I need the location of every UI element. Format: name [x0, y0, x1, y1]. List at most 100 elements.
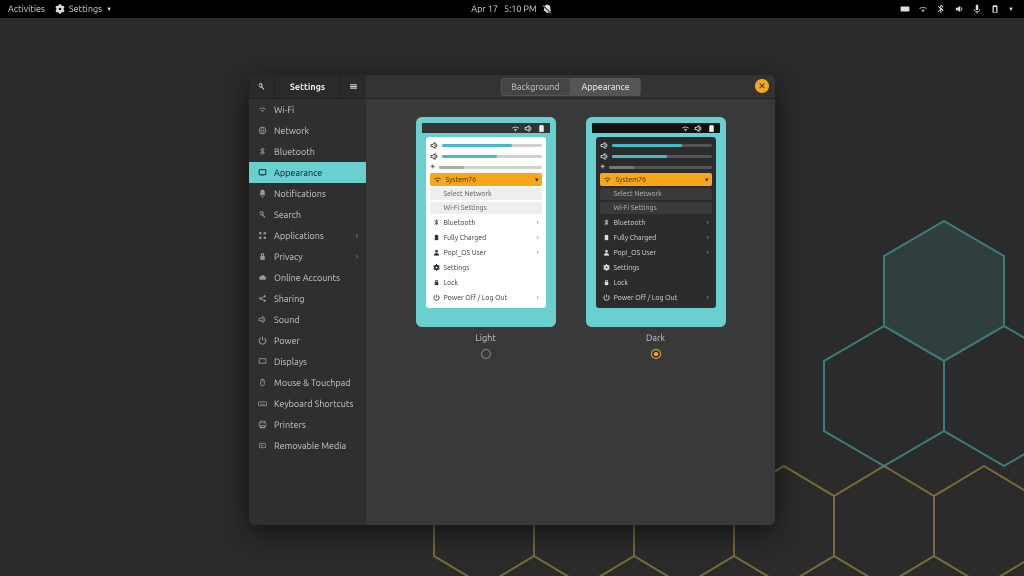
sidebar-item-appearance[interactable]: Appearance	[249, 162, 366, 183]
search-icon	[257, 209, 268, 220]
sidebar-item-label: Privacy	[274, 252, 303, 262]
sidebar-item-displays[interactable]: Displays	[249, 351, 366, 372]
preview-select-network: Select Network	[430, 188, 542, 200]
sidebar-item-label: Appearance	[274, 168, 322, 178]
bluetooth-icon	[257, 146, 268, 157]
tab-appearance[interactable]: Appearance	[571, 78, 641, 96]
sidebar-item-power[interactable]: Power	[249, 330, 366, 351]
theme-label: Light	[475, 333, 496, 343]
preview-user: Pop!_OS User›	[430, 246, 542, 259]
topbar-time[interactable]: 5:10 PM	[504, 4, 537, 14]
appearance-icon	[257, 167, 268, 178]
sidebar-search-button[interactable]	[249, 75, 275, 99]
activities-button[interactable]: Activities	[8, 4, 45, 14]
sidebar-header: Settings	[249, 75, 366, 99]
sidebar-item-bluetooth[interactable]: Bluetooth	[249, 141, 366, 162]
theme-label: Dark	[646, 333, 665, 343]
sidebar-item-mouse-touchpad[interactable]: Mouse & Touchpad	[249, 372, 366, 393]
preview-settings: Settings	[600, 261, 712, 274]
sidebar-item-privacy[interactable]: Privacy ›	[249, 246, 366, 267]
sidebar-item-label: Mouse & Touchpad	[274, 378, 351, 388]
chevron-right-icon: ›	[356, 252, 358, 261]
sidebar-item-label: Sound	[274, 315, 300, 325]
display-icon	[257, 356, 268, 367]
battery-icon	[537, 124, 546, 133]
sidebar-item-label: Network	[274, 126, 309, 136]
preview-wifi-settings: Wi-Fi Settings	[600, 202, 712, 214]
battery-status-icon[interactable]	[990, 4, 1000, 14]
app-menu-label: Settings	[69, 4, 102, 14]
bluetooth-status-icon[interactable]	[936, 4, 946, 14]
sidebar-item-label: Sharing	[274, 294, 304, 304]
topbar-date[interactable]: Apr 17	[471, 4, 498, 14]
preview-network-selected: System76▾	[430, 173, 542, 186]
preview-lock: Lock	[430, 276, 542, 289]
mic-status-icon[interactable]	[972, 4, 982, 14]
share-icon	[257, 293, 268, 304]
chevron-right-icon: ›	[356, 231, 358, 240]
wifi-status-icon[interactable]	[918, 4, 928, 14]
sidebar-item-search[interactable]: Search	[249, 204, 366, 225]
sidebar-item-wifi[interactable]: Wi-Fi	[249, 99, 366, 120]
close-icon: ✕	[758, 81, 766, 92]
sidebar-item-label: Wi-Fi	[274, 105, 294, 115]
settings-window: Settings Wi-Fi Network Bluetooth Appearance…	[249, 75, 775, 525]
preview-network-selected: System76▾	[600, 173, 712, 186]
settings-main: Background Appearance ✕ ☀ System76▾ Sele…	[366, 75, 775, 525]
sidebar-item-keyboard[interactable]: Keyboard Shortcuts	[249, 393, 366, 414]
preview-poweroff: Power Off / Log Out›	[430, 291, 542, 304]
sidebar-item-label: Removable Media	[274, 441, 346, 451]
preview-wifi-settings: Wi-Fi Settings	[430, 202, 542, 214]
sidebar-item-label: Applications	[274, 231, 324, 241]
preview-battery: Fully Charged›	[430, 231, 542, 244]
sidebar-item-sharing[interactable]: Sharing	[249, 288, 366, 309]
settings-sidebar: Settings Wi-Fi Network Bluetooth Appearance…	[249, 75, 366, 525]
preview-bluetooth: Bluetooth›	[600, 216, 712, 229]
appearance-content: ☀ System76▾ Select Network Wi-Fi Setting…	[366, 99, 775, 525]
battery-icon	[707, 124, 716, 133]
sidebar-item-online-accounts[interactable]: Online Accounts	[249, 267, 366, 288]
sidebar-item-label: Online Accounts	[274, 273, 340, 283]
mouse-icon	[257, 377, 268, 388]
sidebar-item-label: Search	[274, 210, 301, 220]
system-menu-caret-icon[interactable]: ▼	[1008, 6, 1014, 13]
lock-icon	[257, 251, 268, 262]
sidebar-item-label: Printers	[274, 420, 306, 430]
sidebar-item-label: Displays	[274, 357, 307, 367]
volume-status-icon[interactable]	[954, 4, 964, 14]
keyboard-layout-icon[interactable]	[900, 4, 910, 14]
dnd-icon	[543, 4, 553, 14]
keyboard-icon	[257, 398, 268, 409]
preview-select-network: Select Network	[600, 188, 712, 200]
gnome-topbar: Activities Settings ▼ Apr 17 5:10 PM ▼	[0, 0, 1024, 18]
sidebar-item-removable[interactable]: Removable Media	[249, 435, 366, 456]
printer-icon	[257, 419, 268, 430]
theme-option-light[interactable]: ☀ System76▾ Select Network Wi-Fi Setting…	[416, 117, 556, 359]
sidebar-item-printers[interactable]: Printers	[249, 414, 366, 435]
header-tabs: Background Appearance	[500, 78, 641, 96]
sidebar-menu-button[interactable]	[340, 75, 366, 99]
preview-lock: Lock	[600, 276, 712, 289]
wifi-icon	[511, 124, 520, 133]
network-icon	[257, 125, 268, 136]
app-menu[interactable]: Settings ▼	[55, 4, 112, 14]
preview-user: Pop!_OS User›	[600, 246, 712, 259]
sidebar-item-notifications[interactable]: Notifications	[249, 183, 366, 204]
theme-radio-dark[interactable]	[651, 349, 661, 359]
tab-background[interactable]: Background	[500, 78, 570, 96]
theme-radio-light[interactable]	[481, 349, 491, 359]
preview-battery: Fully Charged›	[600, 231, 712, 244]
sidebar-item-applications[interactable]: Applications ›	[249, 225, 366, 246]
preview-topbar	[592, 123, 720, 133]
theme-preview-dark: ☀ System76▾ Select Network Wi-Fi Setting…	[586, 117, 726, 327]
sidebar-item-label: Notifications	[274, 189, 326, 199]
sidebar-item-label: Power	[274, 336, 300, 346]
cloud-icon	[257, 272, 268, 283]
sound-icon	[694, 124, 703, 133]
window-close-button[interactable]: ✕	[755, 79, 769, 93]
hamburger-icon	[349, 82, 358, 91]
sidebar-item-label: Bluetooth	[274, 147, 315, 157]
sidebar-item-network[interactable]: Network	[249, 120, 366, 141]
theme-option-dark[interactable]: ☀ System76▾ Select Network Wi-Fi Setting…	[586, 117, 726, 359]
sidebar-item-sound[interactable]: Sound	[249, 309, 366, 330]
